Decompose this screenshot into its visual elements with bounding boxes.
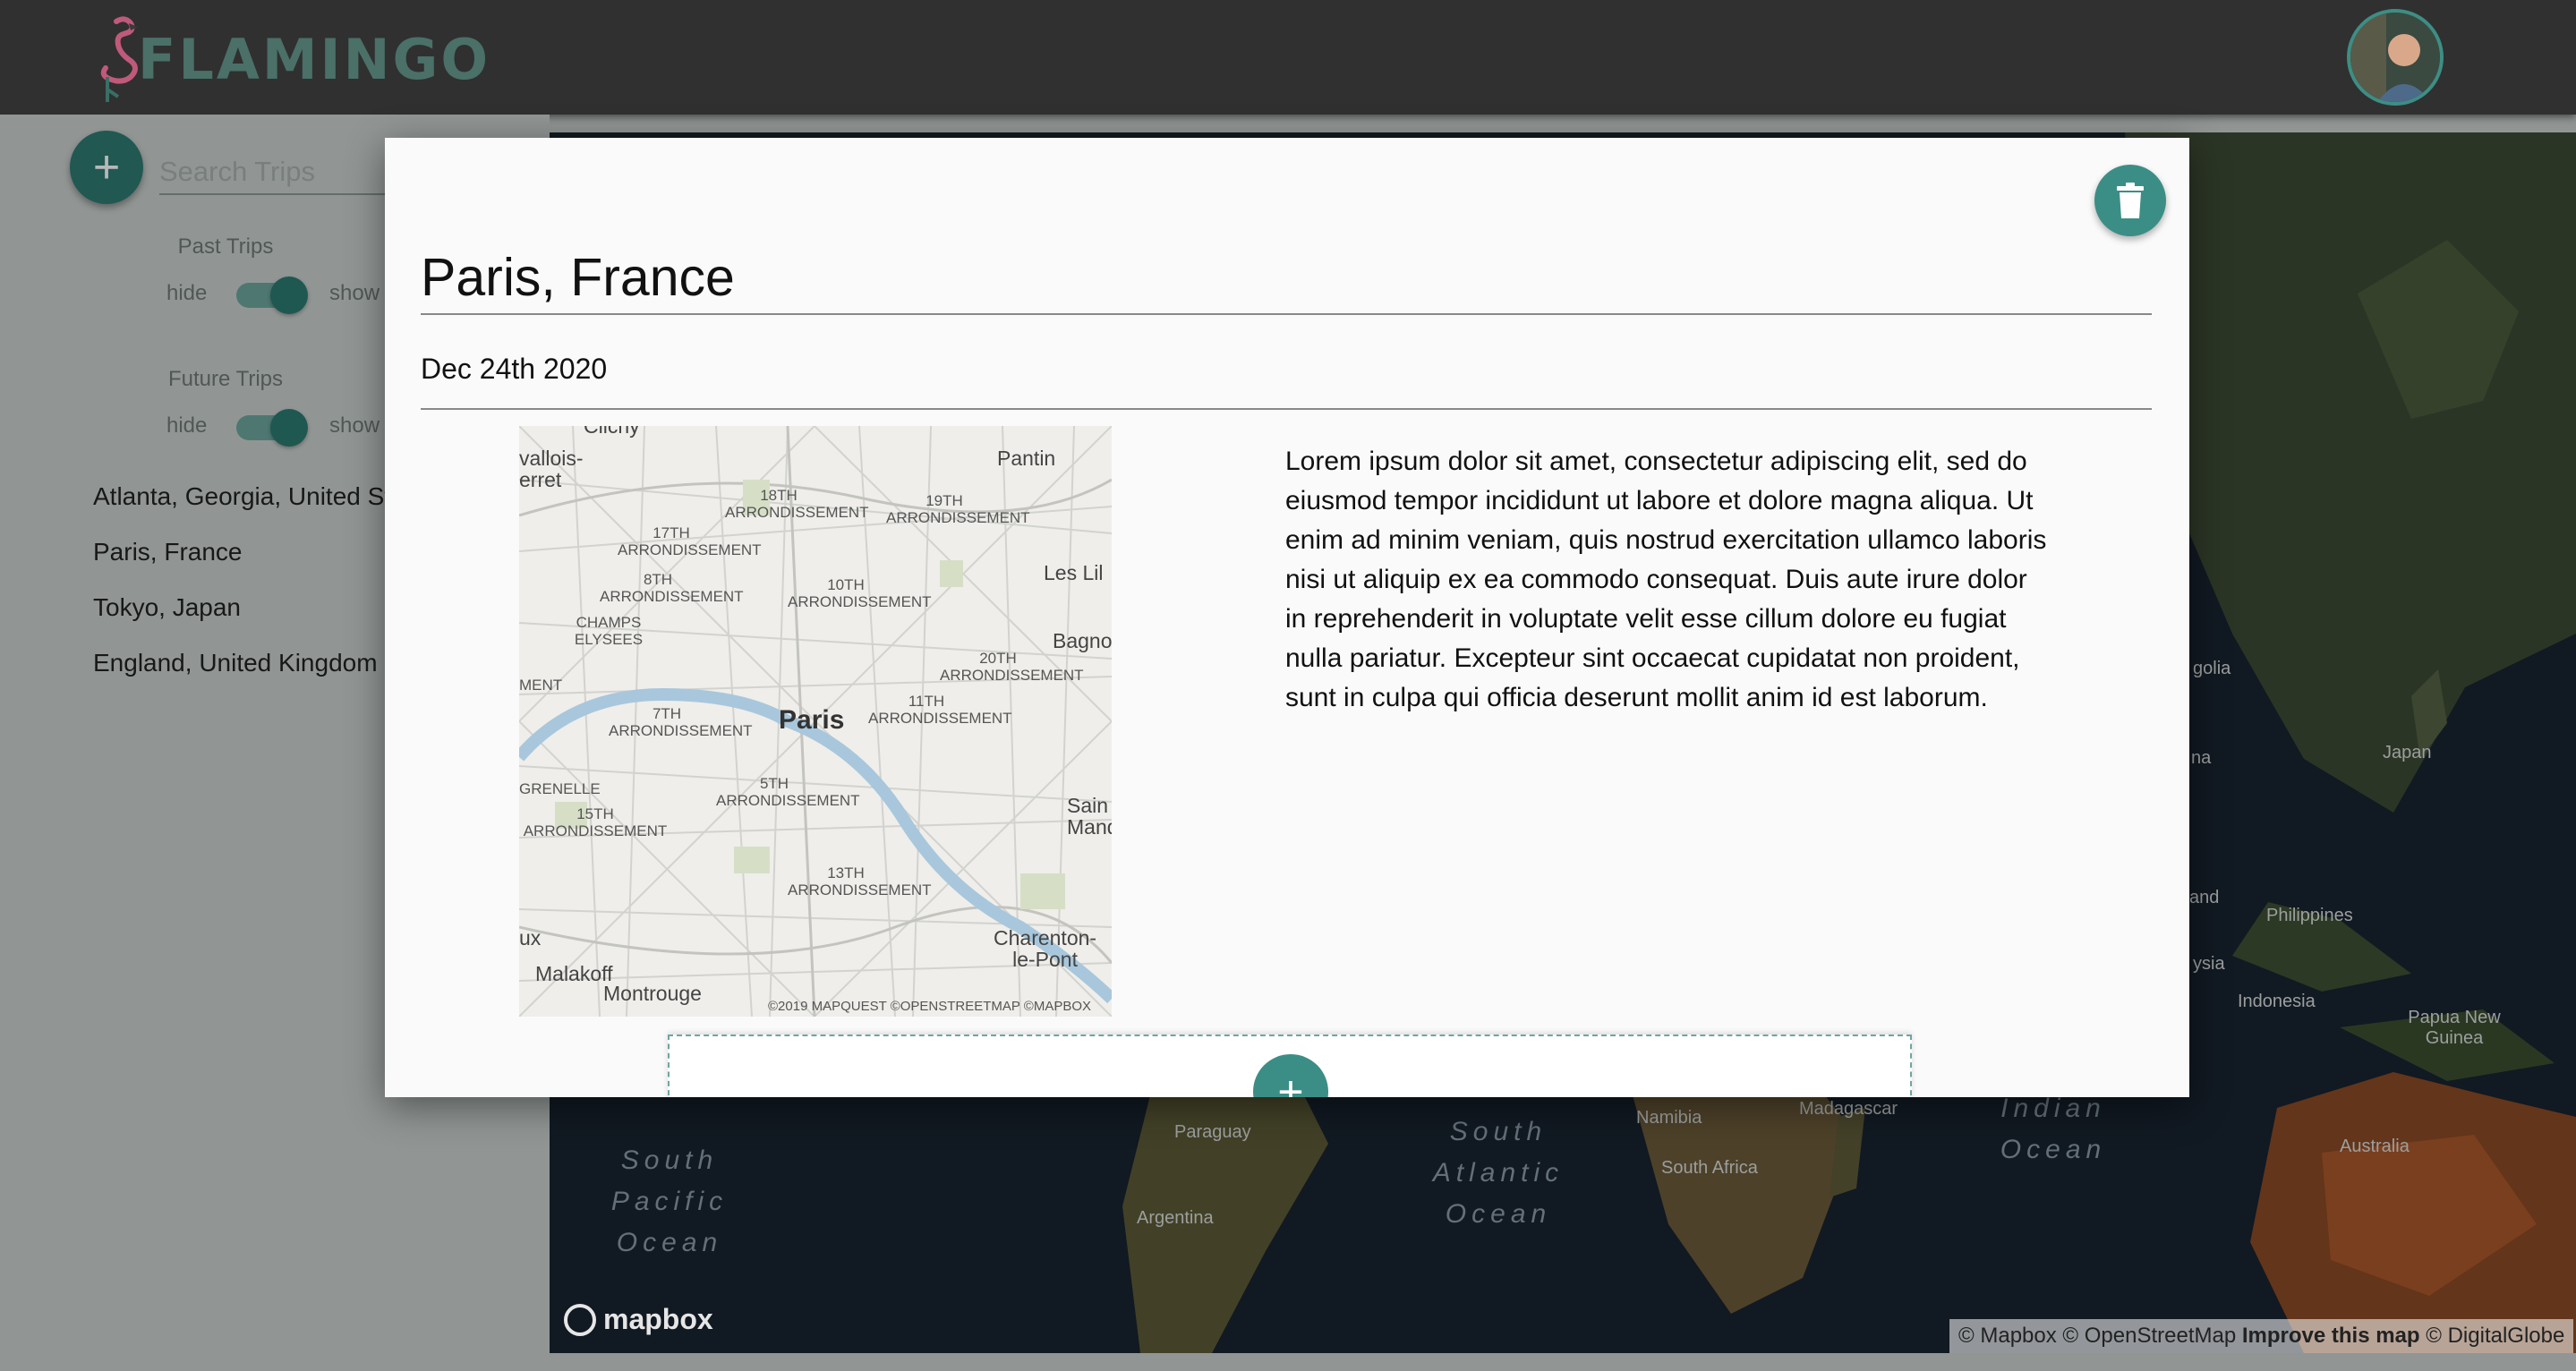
attribution-mapbox-link[interactable]: © Mapbox xyxy=(1958,1324,2057,1348)
add-entry-button[interactable]: + xyxy=(1253,1054,1328,1097)
city-map-edge-label: Bagno xyxy=(1053,629,1112,652)
district-label: 15TH ARRONDISSEMENT xyxy=(523,805,668,839)
district-label: 13TH ARRONDISSEMENT xyxy=(788,864,932,898)
city-map-edge-label: Sain Mand xyxy=(1067,794,1112,839)
trip-location-map[interactable]: Clichy vallois- erret Pantin Les Lil Bag… xyxy=(519,426,1112,1017)
city-map-edge-label: Pantin xyxy=(997,447,1056,470)
attribution-osm-link[interactable]: © OpenStreetMap xyxy=(2062,1324,2236,1348)
app-logo[interactable]: FLAMINGO xyxy=(81,14,490,104)
trip-detail-modal: Paris, France Dec 24th 2020 Clichy vallo… xyxy=(385,138,2189,1097)
mapbox-logo-text: mapbox xyxy=(603,1303,713,1335)
mapbox-logo[interactable]: mapbox xyxy=(564,1303,713,1336)
district-label: CHAMPS ELYSEES xyxy=(574,614,644,648)
district-label: 7TH ARRONDISSEMENT xyxy=(609,705,753,739)
city-map-edge-label: Malakoff xyxy=(535,962,613,985)
app-header: FLAMINGO xyxy=(0,0,2576,115)
user-avatar[interactable] xyxy=(2347,9,2444,106)
trip-description: Lorem ipsum dolor sit amet, consectetur … xyxy=(1285,447,2047,712)
plus-icon: + xyxy=(1277,1067,1304,1097)
attribution-digitalglobe-link[interactable]: © DigitalGlobe xyxy=(2426,1324,2564,1348)
map-attribution: © Mapbox © OpenStreetMap Improve this ma… xyxy=(1949,1319,2574,1353)
city-map-edge-label: MENT xyxy=(519,677,563,694)
district-label: 18TH ARRONDISSEMENT xyxy=(725,487,869,521)
city-map-edge-label: Charenton- le-Pont xyxy=(994,926,1097,971)
district-label: 20TH ARRONDISSEMENT xyxy=(940,650,1084,684)
city-map-attribution: ©2019 MAPQUEST ©OPENSTREETMAP ©MAPBOX xyxy=(768,999,1092,1014)
city-map-edge-label: Clichy xyxy=(584,426,640,438)
district-label: 11TH ARRONDISSEMENT xyxy=(868,693,1012,727)
district-label: 10TH ARRONDISSEMENT xyxy=(788,576,932,610)
district-label: 19TH ARRONDISSEMENT xyxy=(886,492,1030,526)
delete-trip-button[interactable] xyxy=(2094,165,2166,236)
trip-title: Paris, France xyxy=(421,248,735,307)
district-label: 5TH ARRONDISSEMENT xyxy=(716,775,860,809)
city-map-edge-label: vallois- erret xyxy=(519,447,584,491)
trash-icon xyxy=(2117,183,2144,218)
district-label: 17TH ARRONDISSEMENT xyxy=(618,524,762,558)
district-label: 8TH ARRONDISSEMENT xyxy=(600,571,744,605)
app-logo-text: FLAMINGO xyxy=(138,26,491,92)
user-photo xyxy=(2350,13,2440,102)
divider xyxy=(421,408,2152,410)
mapbox-icon xyxy=(564,1303,596,1336)
divider xyxy=(421,313,2152,315)
district-label: GRENELLE xyxy=(519,780,601,797)
trip-date: Dec 24th 2020 xyxy=(421,353,608,385)
city-map-edge-label: Les Lil xyxy=(1044,561,1104,584)
improve-map-link[interactable]: Improve this map xyxy=(2242,1324,2420,1348)
flamingo-icon xyxy=(100,16,138,102)
city-map-edge-label: ux xyxy=(519,926,542,949)
city-map-edge-label: Montrouge xyxy=(603,982,702,1005)
add-entry-card[interactable]: + xyxy=(668,1035,1912,1097)
city-map-city-label: Paris xyxy=(779,705,845,735)
